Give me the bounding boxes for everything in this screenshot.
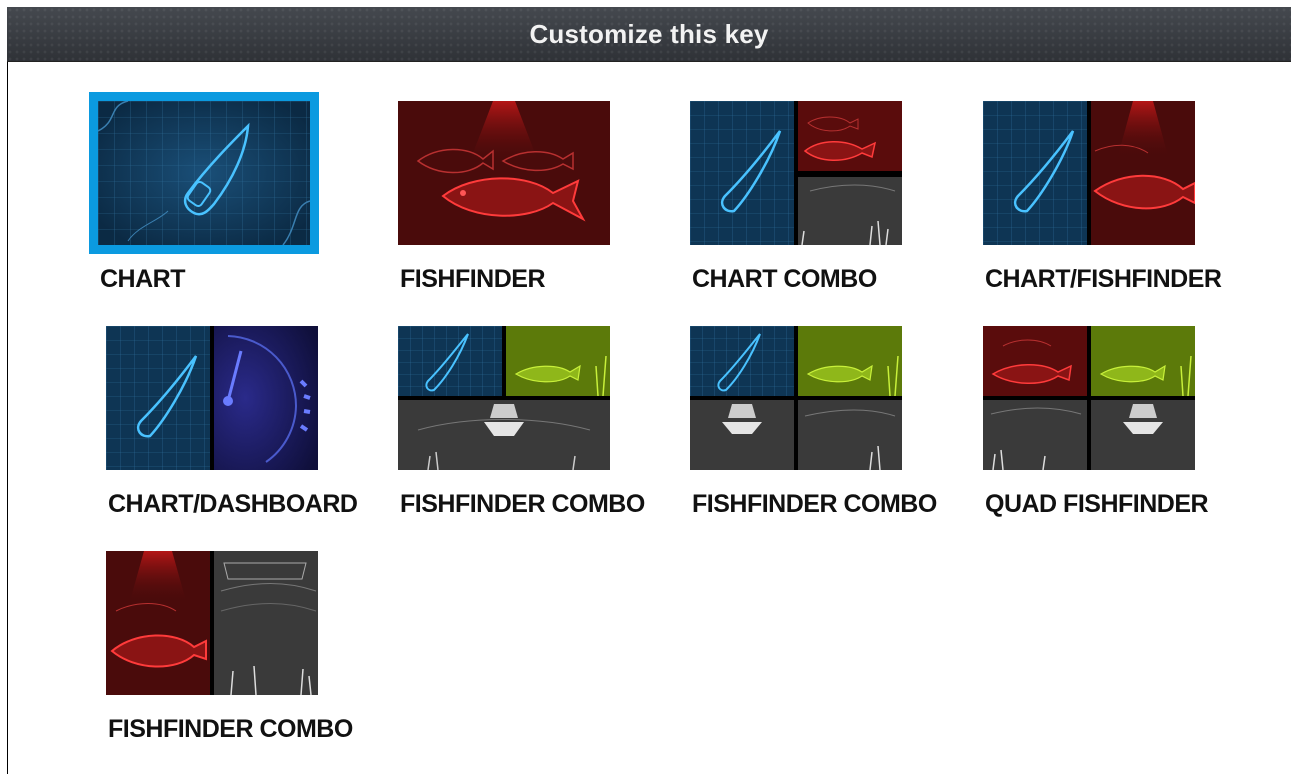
tile-fishfinder[interactable]: FISHFINDER — [398, 101, 658, 296]
fishfinder-combo-icon — [690, 326, 902, 470]
fishfinder-icon — [398, 101, 610, 245]
fishfinder-combo-icon — [106, 551, 318, 695]
tile-label: CHART COMBO — [692, 265, 877, 293]
tile-fishfinder-combo-2[interactable]: FISHFINDER COMBO — [690, 326, 950, 521]
tile-fishfinder-combo-3[interactable]: FISHFINDER COMBO — [106, 551, 366, 746]
chart-icon — [89, 92, 319, 254]
tile-label: FISHFINDER COMBO — [692, 490, 937, 518]
tile-label: QUAD FISHFINDER — [985, 490, 1209, 518]
chart-fishfinder-icon — [983, 101, 1195, 245]
dialog-header: Customize this key — [7, 7, 1291, 62]
tile-label: FISHFINDER COMBO — [108, 715, 353, 743]
chart-combo-icon — [690, 101, 902, 245]
fishfinder-combo-icon — [398, 326, 610, 470]
chart-dashboard-icon — [106, 326, 318, 470]
tile-label: CHART — [100, 265, 186, 293]
tile-fishfinder-combo-1[interactable]: FISHFINDER COMBO — [398, 326, 658, 521]
tile-label: CHART/FISHFINDER — [985, 265, 1222, 293]
tile-label: FISHFINDER COMBO — [400, 490, 645, 518]
tile-chart-dashboard[interactable]: CHART/DASHBOARD — [106, 326, 366, 521]
tile-chart-combo[interactable]: CHART COMBO — [690, 101, 950, 296]
tile-quad-fishfinder[interactable]: QUAD FISHFINDER — [983, 326, 1243, 521]
tile-label: CHART/DASHBOARD — [108, 490, 358, 518]
quad-fishfinder-icon — [983, 326, 1195, 470]
tile-label: FISHFINDER — [400, 265, 546, 293]
tile-chart[interactable]: CHART — [89, 92, 358, 296]
tile-chart-fishfinder[interactable]: CHART/FISHFINDER — [983, 101, 1243, 296]
dialog-title: Customize this key — [529, 18, 769, 49]
